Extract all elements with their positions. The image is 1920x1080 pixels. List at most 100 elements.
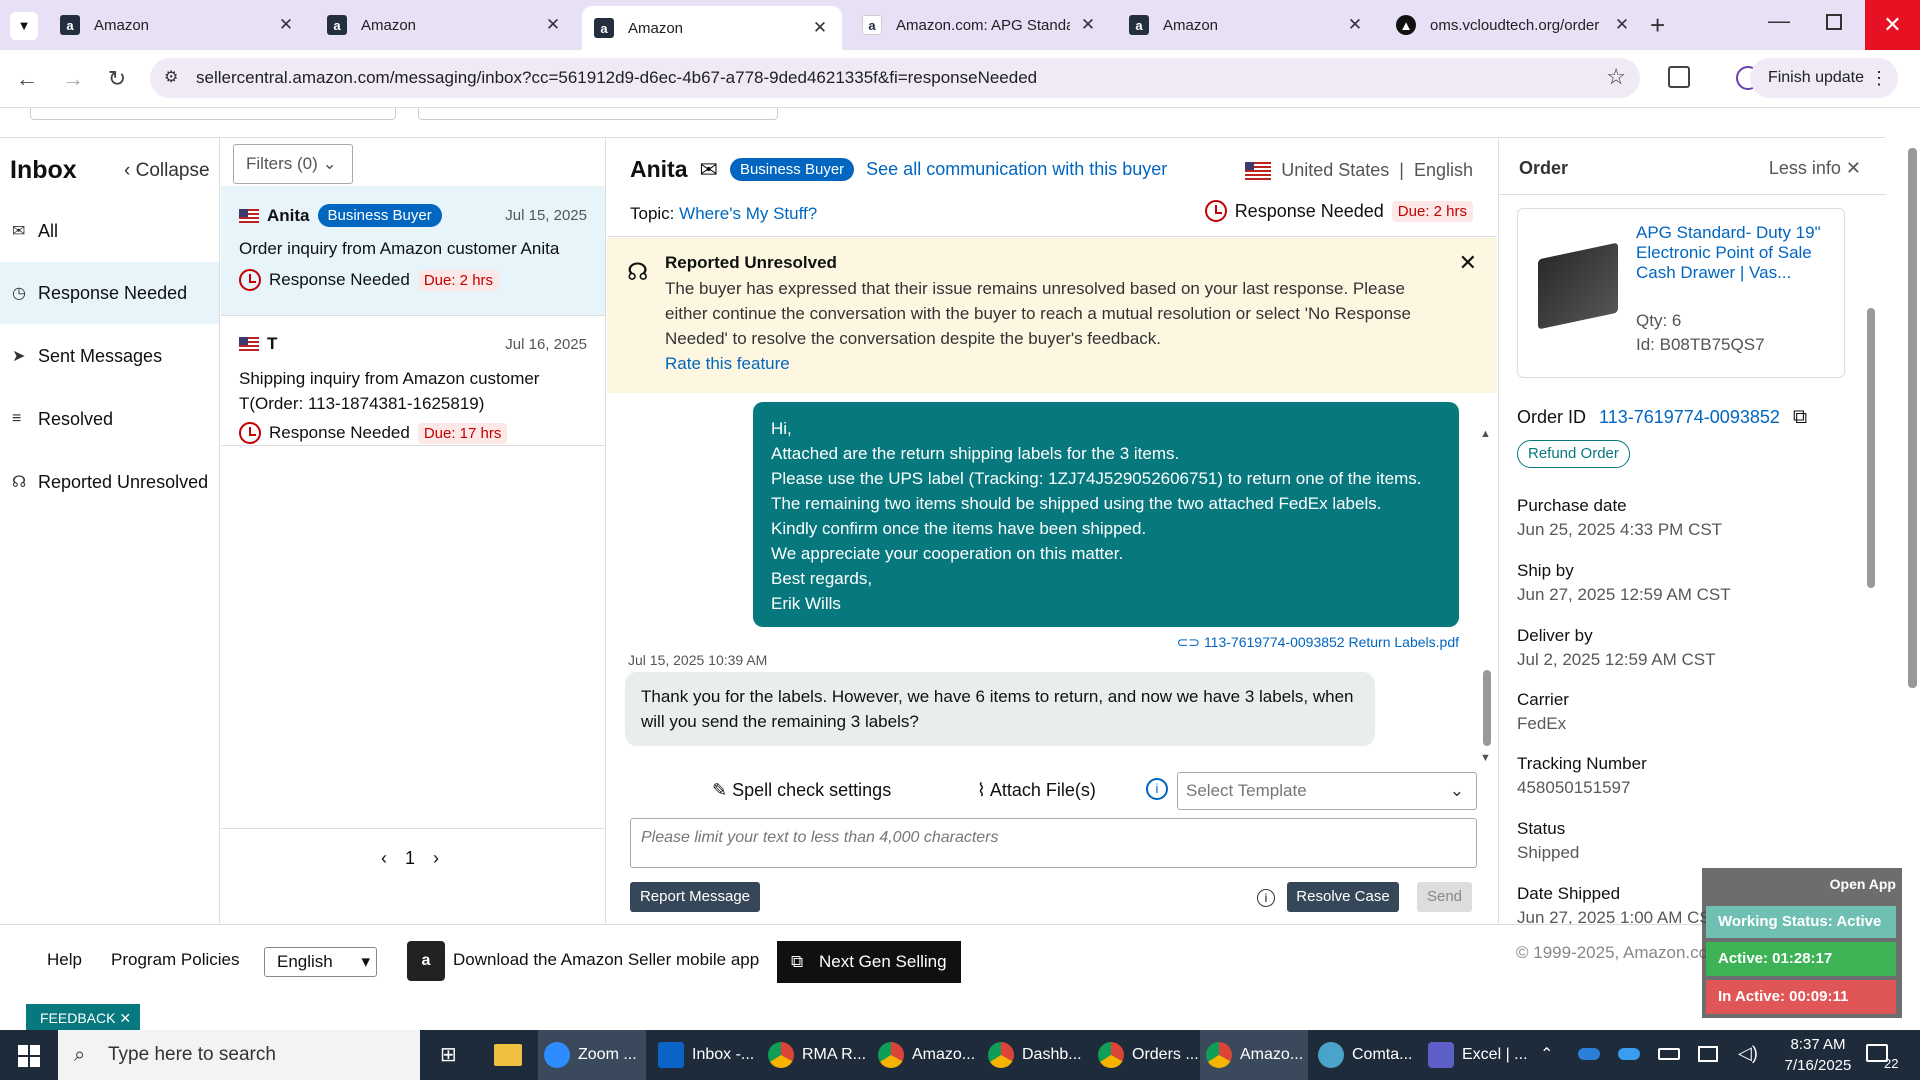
open-app-button[interactable]: Open App bbox=[1830, 876, 1896, 892]
file-explorer-icon[interactable] bbox=[494, 1044, 522, 1066]
taskbar-app-active[interactable]: Amazo... bbox=[1200, 1030, 1308, 1080]
finish-update-button[interactable]: Finish update ⋮ bbox=[1749, 58, 1898, 98]
pencil-icon: ✎ bbox=[712, 780, 728, 800]
spell-check-button[interactable]: ✎ Spell check settings bbox=[712, 780, 891, 801]
browser-tab[interactable]: a Amazon ✕ bbox=[1117, 6, 1377, 44]
battery-icon[interactable] bbox=[1658, 1048, 1680, 1060]
scroll-down-icon[interactable]: ▼ bbox=[1480, 752, 1491, 764]
close-icon[interactable]: ✕ bbox=[1345, 15, 1365, 35]
active-timer: Active: 01:28:17 bbox=[1706, 942, 1896, 976]
new-tab-button[interactable]: + bbox=[1650, 10, 1665, 41]
volume-icon[interactable]: ◁) bbox=[1738, 1043, 1758, 1064]
close-icon[interactable]: ✕ bbox=[1612, 15, 1632, 35]
reply-textarea[interactable]: Please limit your text to less than 4,00… bbox=[630, 818, 1477, 868]
resolve-case-button[interactable]: Resolve Case bbox=[1287, 882, 1399, 912]
forward-button[interactable]: → bbox=[58, 64, 88, 94]
restore-button[interactable] bbox=[1826, 14, 1842, 30]
chevron-left-icon[interactable]: ‹ bbox=[381, 848, 387, 869]
extensions-icon[interactable] bbox=[1668, 66, 1690, 88]
collapse-button[interactable]: ‹ Collapse bbox=[124, 160, 210, 182]
info-icon[interactable]: i bbox=[1146, 778, 1168, 800]
program-policies-link[interactable]: Program Policies bbox=[111, 950, 240, 970]
minimize-button[interactable]: — bbox=[1768, 8, 1790, 34]
report-message-button[interactable]: Report Message bbox=[630, 882, 760, 912]
page-number[interactable]: 1 bbox=[405, 848, 415, 869]
taskbar-app[interactable]: Zoom ... bbox=[538, 1030, 646, 1080]
sidebar-item-reported-unresolved[interactable]: ☊ Reported Unresolved bbox=[0, 451, 219, 513]
scroll-up-icon[interactable]: ▲ bbox=[1480, 428, 1491, 440]
messages-scrollbar[interactable] bbox=[1483, 670, 1491, 746]
next-gen-selling-button[interactable]: ⧉ Next Gen Selling bbox=[777, 941, 961, 983]
close-icon[interactable]: ✕ bbox=[543, 15, 563, 35]
windows-start-icon[interactable] bbox=[18, 1045, 40, 1067]
browser-tab-active[interactable]: a Amazon ✕ bbox=[582, 6, 842, 50]
taskbar-app[interactable]: Amazo... bbox=[872, 1030, 980, 1080]
clock[interactable]: 8:37 AM 7/16/2025 bbox=[1776, 1034, 1860, 1076]
chevron-right-icon[interactable]: › bbox=[433, 848, 439, 869]
order-scrollbar[interactable] bbox=[1867, 308, 1875, 588]
taskbar-app[interactable]: Dashb... bbox=[982, 1030, 1090, 1080]
topic-link[interactable]: Where's My Stuff? bbox=[679, 204, 817, 223]
more-menu-icon[interactable]: ⋮ bbox=[1870, 58, 1888, 98]
template-select[interactable]: Select Template ⌄ bbox=[1177, 772, 1477, 810]
taskbar-app[interactable]: Orders ... bbox=[1092, 1030, 1200, 1080]
browser-tab[interactable]: a Amazon ✕ bbox=[48, 6, 308, 44]
language-select[interactable]: English ▾ bbox=[264, 947, 377, 977]
inactive-timer: In Active: 00:09:11 bbox=[1706, 980, 1896, 1014]
copy-icon[interactable]: ⧉ bbox=[1793, 406, 1807, 428]
due-badge: Due: 2 hrs bbox=[1391, 200, 1473, 222]
taskbar-app[interactable]: Excel | ... bbox=[1422, 1030, 1530, 1080]
bookmark-star-icon[interactable]: ☆ bbox=[1606, 64, 1626, 90]
taskbar-app[interactable]: RMA R... bbox=[762, 1030, 870, 1080]
top-field[interactable] bbox=[30, 108, 396, 120]
refund-order-button[interactable]: Refund Order bbox=[1517, 440, 1630, 468]
url-bar[interactable]: ⚙ sellercentral.amazon.com/messaging/inb… bbox=[150, 58, 1640, 98]
taskbar-search[interactable]: ⌕ Type here to search bbox=[58, 1030, 420, 1080]
attachment-link[interactable]: ⊂⊃ 113-7619774-0093852 Return Labels.pdf bbox=[1177, 634, 1459, 651]
amazon-icon: a bbox=[862, 15, 882, 35]
back-button[interactable]: ← bbox=[12, 64, 42, 94]
see-all-link[interactable]: See all communication with this buyer bbox=[866, 159, 1167, 180]
task-view-icon[interactable]: ⊞ bbox=[440, 1042, 457, 1067]
feedback-button[interactable]: FEEDBACK ✕ bbox=[26, 1004, 140, 1032]
browser-tab[interactable]: a Amazon ✕ bbox=[315, 6, 575, 44]
chrome-icon bbox=[878, 1042, 904, 1068]
browser-tab[interactable]: a Amazon.com: APG Standar ✕ bbox=[850, 6, 1110, 44]
send-button[interactable]: Send bbox=[1417, 882, 1472, 912]
attach-files-button[interactable]: ⌇ Attach File(s) bbox=[977, 780, 1096, 801]
working-status: Working Status: Active bbox=[1706, 906, 1896, 938]
close-icon[interactable]: ✕ bbox=[810, 18, 830, 38]
sidebar-item-sent[interactable]: ➤ Sent Messages bbox=[0, 325, 219, 387]
page-scrollbar[interactable] bbox=[1908, 148, 1917, 688]
tray-chevron-icon[interactable]: ⌃ bbox=[1540, 1044, 1553, 1064]
onedrive-icon[interactable] bbox=[1578, 1048, 1600, 1060]
sidebar-item-resolved[interactable]: ≡ Resolved bbox=[0, 388, 219, 450]
sidebar-item-all[interactable]: ✉ All bbox=[0, 200, 219, 262]
product-link[interactable]: APG Standard- Duty 19" Electronic Point … bbox=[1636, 223, 1836, 283]
due-badge: Due: 17 hrs bbox=[417, 422, 508, 444]
order-id-link[interactable]: 113-7619774-0093852 bbox=[1599, 407, 1780, 427]
download-app-link[interactable]: Download the Amazon Seller mobile app bbox=[453, 950, 759, 970]
network-icon[interactable] bbox=[1698, 1046, 1718, 1062]
onedrive-icon[interactable] bbox=[1618, 1048, 1640, 1060]
window-close-button[interactable]: ✕ bbox=[1865, 0, 1920, 50]
reload-button[interactable]: ↻ bbox=[102, 64, 132, 94]
help-link[interactable]: Help bbox=[47, 950, 82, 970]
mail-icon[interactable]: ✉ bbox=[700, 157, 718, 183]
site-info-icon[interactable]: ⚙ bbox=[164, 67, 178, 87]
less-info-button[interactable]: Less info ✕ bbox=[1769, 158, 1861, 179]
sidebar-item-response-needed[interactable]: ◷ Response Needed bbox=[0, 262, 219, 324]
taskbar-app[interactable]: Inbox -... bbox=[652, 1030, 760, 1080]
close-icon[interactable]: ✕ bbox=[1078, 15, 1098, 35]
taskbar-app[interactable]: Comta... bbox=[1312, 1030, 1420, 1080]
tab-search-button[interactable]: ▼ bbox=[10, 12, 38, 40]
top-field[interactable] bbox=[418, 108, 778, 120]
close-icon[interactable]: ✕ bbox=[1459, 250, 1477, 276]
close-icon[interactable]: ✕ bbox=[276, 15, 296, 35]
info-icon[interactable]: i bbox=[1257, 889, 1275, 907]
rate-feature-link[interactable]: Rate this feature bbox=[665, 354, 790, 374]
list-item[interactable]: Anita Business Buyer Jul 15, 2025 Order in… bbox=[221, 186, 605, 316]
product-card[interactable]: APG Standard- Duty 19" Electronic Point … bbox=[1517, 208, 1845, 378]
browser-tab[interactable]: ▲ oms.vcloudtech.org/order ✕ bbox=[1384, 6, 1644, 44]
list-item[interactable]: T Jul 16, 2025 Shipping inquiry from Amaz… bbox=[221, 316, 605, 446]
